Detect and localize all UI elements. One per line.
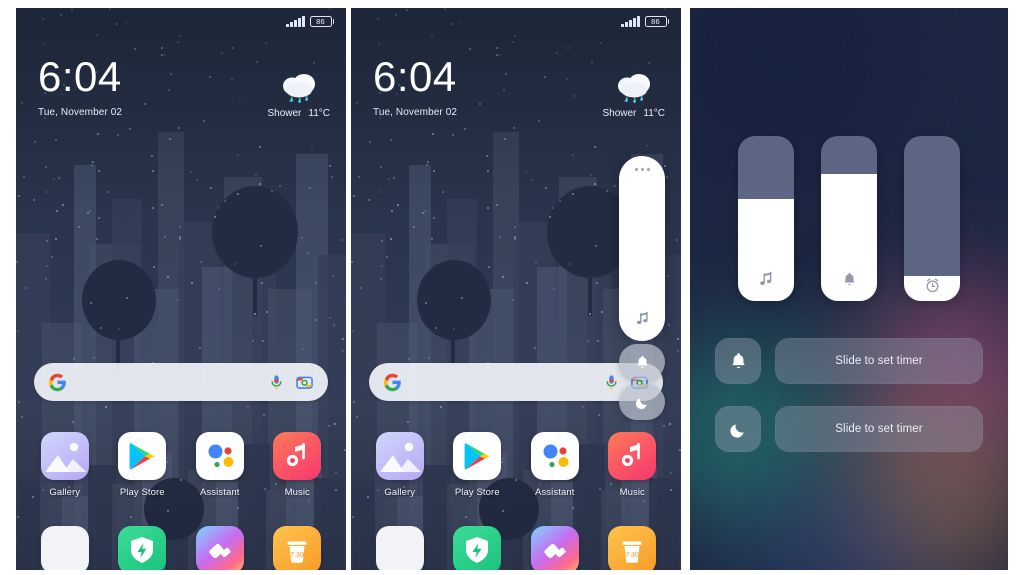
app-assistant[interactable]: Assistant bbox=[189, 432, 251, 498]
weather-widget[interactable]: Shower 11°C bbox=[602, 66, 665, 119]
app-label: Assistant bbox=[535, 487, 575, 498]
app-play-store[interactable]: Play Store bbox=[446, 432, 508, 498]
app-label: Assistant bbox=[200, 487, 240, 498]
more-dots-icon[interactable] bbox=[634, 168, 650, 171]
gallery-icon bbox=[40, 432, 89, 480]
status-bar: 86 bbox=[351, 8, 681, 34]
gallery-icon bbox=[375, 432, 424, 480]
ring-timer-slider[interactable]: Slide to set timer bbox=[775, 338, 983, 384]
app-label: Play Store bbox=[119, 487, 165, 498]
app-assistant[interactable]: Assistant bbox=[524, 432, 586, 498]
alarm-clock-icon bbox=[924, 277, 941, 294]
timer-label: Slide to set timer bbox=[835, 423, 923, 435]
weather-temperature: 11°C bbox=[308, 108, 330, 119]
battery-icon: 86 bbox=[309, 15, 334, 27]
app-gallery[interactable]: Gallery bbox=[369, 432, 431, 498]
app-label: Music bbox=[619, 487, 645, 498]
dnd-mode-button[interactable] bbox=[619, 384, 665, 420]
shield-bolt-icon[interactable] bbox=[118, 526, 167, 570]
bell-icon bbox=[841, 271, 858, 288]
google-g-icon bbox=[383, 373, 402, 392]
music-icon bbox=[608, 432, 657, 480]
dock: 7:30 bbox=[361, 526, 671, 570]
app-grid: Gallery Play Store Assistant Music bbox=[26, 432, 336, 498]
play-store-icon bbox=[118, 432, 167, 480]
trash-bin-icon[interactable]: 7:30 bbox=[273, 526, 322, 570]
clock-date: Tue, November 02 bbox=[373, 107, 458, 118]
clock-time: 6:04 bbox=[38, 53, 122, 100]
svg-text:7:30: 7:30 bbox=[625, 552, 639, 559]
signal-bars-icon bbox=[621, 15, 640, 27]
timer-rows: Slide to set timer Slide to set timer bbox=[715, 338, 983, 452]
app-label: Gallery bbox=[384, 487, 416, 498]
weather-condition: Shower bbox=[267, 108, 302, 119]
battery-level: 86 bbox=[316, 16, 325, 26]
timer-label: Slide to set timer bbox=[835, 355, 923, 367]
moon-icon bbox=[635, 397, 647, 409]
dnd-timer-row: Slide to set timer bbox=[715, 406, 983, 452]
ring-volume-slider[interactable] bbox=[821, 136, 877, 301]
ring-volume-fill bbox=[821, 173, 877, 301]
google-search-bar[interactable] bbox=[369, 363, 663, 401]
shield-bolt-icon[interactable] bbox=[453, 526, 502, 570]
app-label: Gallery bbox=[49, 487, 81, 498]
ring-timer-row: Slide to set timer bbox=[715, 338, 983, 384]
google-assistant-icon bbox=[530, 432, 579, 480]
phone-screen-volume-popup: 86 6:04 Tue, November 02 Shower 11°C Gal… bbox=[351, 8, 681, 570]
alarm-volume-fill bbox=[904, 276, 960, 301]
rain-cloud-icon bbox=[611, 66, 657, 106]
trash-bin-icon[interactable]: 7:30 bbox=[608, 526, 657, 570]
app-label: Play Store bbox=[454, 487, 500, 498]
app-play-store[interactable]: Play Store bbox=[111, 432, 173, 498]
weather-widget[interactable]: Shower 11°C bbox=[267, 66, 330, 119]
ring-mode-button[interactable] bbox=[619, 344, 665, 380]
battery-level: 86 bbox=[651, 16, 660, 26]
music-note-icon bbox=[757, 270, 775, 288]
dnd-timer-slider[interactable]: Slide to set timer bbox=[775, 406, 983, 452]
phone-screen-volume-expanded: Slide to set timer Slide to set timer bbox=[690, 8, 1008, 570]
app-grid: Gallery Play Store Assistant Music bbox=[361, 432, 671, 498]
volume-popup-card[interactable] bbox=[619, 156, 665, 341]
signal-bars-icon bbox=[286, 15, 305, 27]
weather-temperature: 11°C bbox=[643, 108, 665, 119]
alarm-volume-slider[interactable] bbox=[904, 136, 960, 301]
folder-icon[interactable] bbox=[375, 526, 424, 570]
battery-icon: 86 bbox=[644, 15, 669, 27]
folder-icon[interactable] bbox=[40, 526, 89, 570]
microphone-icon[interactable] bbox=[267, 373, 286, 392]
status-bar: 86 bbox=[16, 8, 346, 34]
media-volume-slider[interactable] bbox=[738, 136, 794, 301]
media-volume-fill bbox=[738, 198, 794, 301]
weather-condition: Shower bbox=[602, 108, 637, 119]
clock-time: 6:04 bbox=[373, 53, 457, 100]
paint-brush-icon[interactable] bbox=[195, 526, 244, 570]
dock: 7:30 bbox=[26, 526, 336, 570]
play-store-icon bbox=[453, 432, 502, 480]
bell-icon bbox=[636, 355, 648, 368]
music-note-icon bbox=[634, 310, 651, 327]
volume-sliders bbox=[690, 136, 1008, 301]
app-music[interactable]: Music bbox=[266, 432, 328, 498]
paint-brush-icon[interactable] bbox=[530, 526, 579, 570]
screenshot-stage: 86 6:04 Tue, November 02 Shower 11°C Gal… bbox=[0, 0, 1024, 575]
moon-icon[interactable] bbox=[715, 406, 761, 452]
rain-cloud-icon bbox=[276, 66, 322, 106]
app-music[interactable]: Music bbox=[601, 432, 663, 498]
google-search-bar[interactable] bbox=[34, 363, 328, 401]
clock-widget[interactable]: 6:04 Tue, November 02 bbox=[373, 53, 458, 119]
app-gallery[interactable]: Gallery bbox=[34, 432, 96, 498]
google-assistant-icon bbox=[195, 432, 244, 480]
bell-icon[interactable] bbox=[715, 338, 761, 384]
clock-date: Tue, November 02 bbox=[38, 107, 123, 118]
phone-screen-home: 86 6:04 Tue, November 02 Shower 11°C Gal… bbox=[16, 8, 346, 570]
music-icon bbox=[273, 432, 322, 480]
google-lens-icon[interactable] bbox=[295, 373, 314, 392]
microphone-icon[interactable] bbox=[602, 373, 621, 392]
clock-widget[interactable]: 6:04 Tue, November 02 bbox=[38, 53, 123, 119]
svg-text:7:30: 7:30 bbox=[290, 552, 304, 559]
google-g-icon bbox=[48, 373, 67, 392]
app-label: Music bbox=[284, 487, 310, 498]
